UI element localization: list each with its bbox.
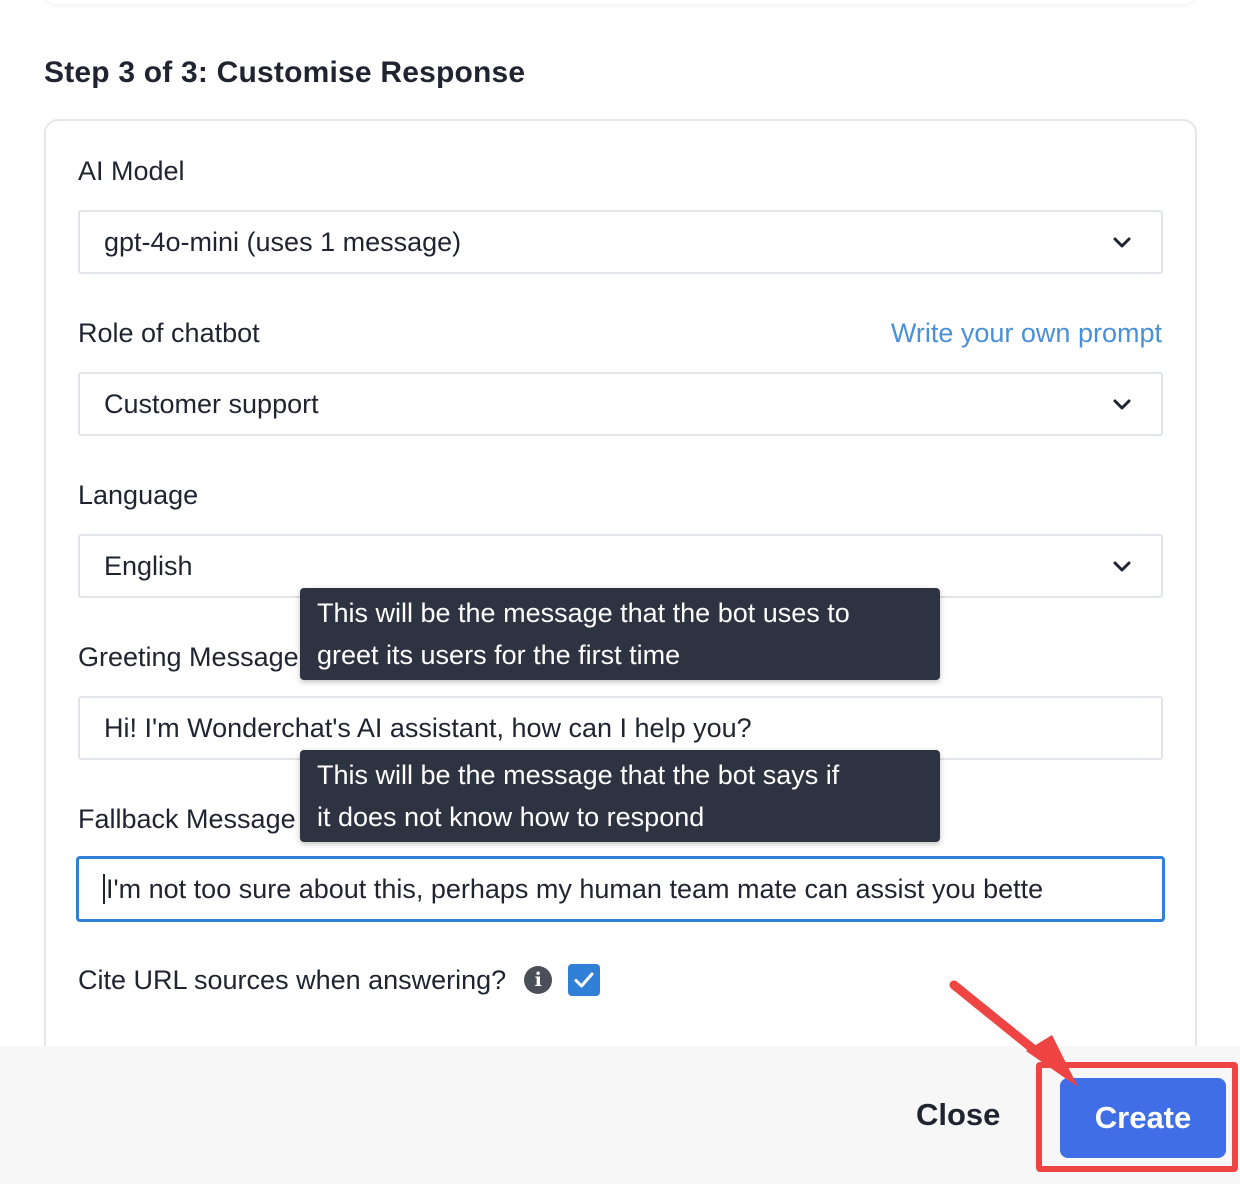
role-select[interactable]: Customer support <box>78 372 1163 436</box>
checkmark-icon <box>574 972 594 988</box>
greeting-tooltip-line-2: greet its users for the first time <box>317 640 681 670</box>
ai-model-value: gpt-4o-mini (uses 1 message) <box>104 226 462 257</box>
language-value: English <box>104 550 193 581</box>
role-label: Role of chatbot <box>78 318 260 348</box>
text-caret <box>103 874 105 904</box>
customise-response-page: Step 3 of 3: Customise Response AI Model… <box>0 0 1240 1184</box>
fallback-value: I'm not too sure about this, perhaps my … <box>106 873 1044 904</box>
info-icon[interactable]: i <box>524 966 553 994</box>
role-value: Customer support <box>104 388 319 419</box>
ai-model-select[interactable]: gpt-4o-mini (uses 1 message) <box>78 210 1163 274</box>
cite-sources-row: Cite URL sources when answering? i <box>78 964 601 996</box>
chevron-down-icon <box>1113 399 1131 410</box>
fallback-tooltip-line-1: This will be the message that the bot sa… <box>317 760 840 790</box>
ai-model-label: AI Model <box>78 156 185 186</box>
page-title: Step 3 of 3: Customise Response <box>44 56 526 89</box>
language-label: Language <box>78 480 199 510</box>
cite-sources-checkbox[interactable] <box>568 964 601 996</box>
arrow-annotation <box>949 980 1078 1087</box>
fallback-tooltip-line-2: it does not know how to respond <box>317 802 705 832</box>
close-button[interactable]: Close <box>916 1097 1000 1133</box>
greeting-value: Hi! I'm Wonderchat's AI assistant, how c… <box>104 712 752 743</box>
fallback-input[interactable]: I'm not too sure about this, perhaps my … <box>76 856 1165 922</box>
write-own-prompt-link[interactable]: Write your own prompt <box>891 318 1162 349</box>
greeting-tooltip: This will be the message that the bot us… <box>300 588 940 680</box>
greeting-tooltip-line-1: This will be the message that the bot us… <box>317 598 850 628</box>
chevron-down-icon <box>1113 237 1131 248</box>
fallback-tooltip: This will be the message that the bot sa… <box>300 750 940 842</box>
greeting-label: Greeting Message <box>78 642 299 672</box>
cite-sources-label: Cite URL sources when answering? <box>78 964 507 995</box>
fallback-label: Fallback Message <box>78 804 296 834</box>
chevron-down-icon <box>1113 561 1131 572</box>
previous-card-edge <box>44 0 1196 4</box>
